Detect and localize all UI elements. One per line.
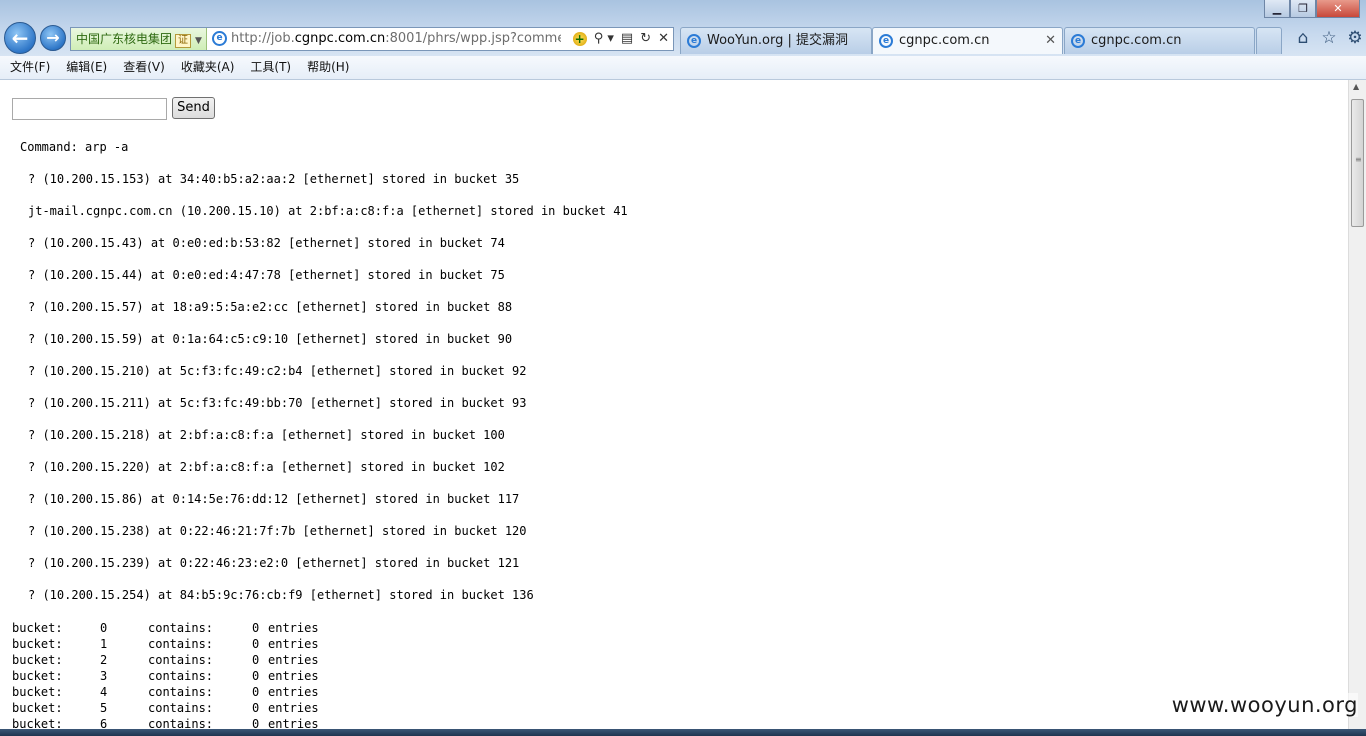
ie-page-icon: e	[212, 31, 227, 46]
bucket-label: bucket:	[12, 669, 63, 683]
url-rest: :8001/phrs/wpp.jsp?comment=ar	[385, 31, 561, 46]
scroll-up-icon[interactable]: ▲	[1353, 82, 1359, 91]
address-bar-icons: + ⚲ ▾ ▤ ↻ ✕	[566, 28, 669, 50]
chevron-down-icon[interactable]: ▼	[195, 36, 202, 46]
browser-titlebar: ▁ ❐ ✕ ← → 中国广东核电集团证 ▼ e http://job.cgnpc.co…	[0, 0, 1366, 56]
menu-file[interactable]: 文件(F)	[0, 56, 58, 78]
entries-label: entries	[268, 685, 319, 699]
command-input[interactable]	[12, 98, 167, 120]
tab-cgnpc-active[interactable]: e cgnpc.com.cn ✕	[872, 27, 1063, 54]
vertical-scrollbar[interactable]: ▲ ≡	[1348, 80, 1366, 730]
favorites-star-icon[interactable]: ☆	[1316, 28, 1342, 48]
bucket-label: bucket:	[12, 653, 63, 667]
close-window-button[interactable]: ✕	[1316, 0, 1360, 18]
tab-cgnpc[interactable]: e cgnpc.com.cn	[1064, 27, 1255, 54]
bucket-number: 5	[100, 701, 108, 715]
bucket-number: 2	[100, 653, 108, 667]
contains-label: contains:	[148, 669, 214, 683]
ie-tab-icon: e	[879, 34, 893, 48]
gear-icon[interactable]: ⚙	[1342, 28, 1366, 48]
arp-line: ? (10.200.15.238) at 0:22:46:21:7f:7b [e…	[28, 524, 527, 538]
home-icon[interactable]: ⌂	[1290, 28, 1316, 48]
ie-tab-icon: e	[687, 34, 701, 48]
browser-right-icons: ⌂ ☆ ⚙	[1290, 28, 1366, 48]
grip-icon: ≡	[1355, 155, 1362, 164]
entry-count: 0	[252, 701, 260, 715]
bucket-label: bucket:	[12, 621, 63, 635]
search-icon[interactable]: ⚲ ▾	[594, 31, 614, 46]
refresh-icon[interactable]: ↻	[640, 31, 651, 46]
entry-count: 0	[252, 637, 260, 651]
arp-line: ? (10.200.15.220) at 2:bf:a:c8:f:a [ethe…	[28, 460, 505, 474]
arp-line: ? (10.200.15.59) at 0:1a:64:c5:c9:10 [et…	[28, 332, 513, 346]
url-text[interactable]: http://job.cgnpc.com.cn:8001/phrs/wpp.js…	[231, 28, 561, 50]
tab-label: WooYun.org | 提交漏洞	[707, 33, 849, 48]
ie-tab-icon: e	[1071, 34, 1085, 48]
arp-line: ? (10.200.15.57) at 18:a9:5:5a:e2:cc [et…	[28, 300, 513, 314]
bucket-label: bucket:	[12, 701, 63, 715]
url-host: cgnpc.com.cn	[294, 31, 386, 46]
certificate-icon: 证	[175, 34, 192, 48]
bucket-label: bucket:	[12, 637, 63, 651]
contains-label: contains:	[148, 653, 214, 667]
maximize-button[interactable]: ❐	[1290, 0, 1316, 18]
watermark: www.wooyun.org	[1171, 693, 1358, 717]
site-identity[interactable]: 中国广东核电集团证 ▼	[71, 28, 207, 50]
tab-wooyun[interactable]: e WooYun.org | 提交漏洞	[680, 27, 872, 54]
menu-view[interactable]: 查看(V)	[115, 56, 173, 78]
window-controls: ▁ ❐ ✕	[1264, 0, 1360, 18]
compat-view-icon[interactable]: ▤	[621, 31, 633, 46]
new-tab-button[interactable]	[1256, 27, 1282, 54]
entries-label: entries	[268, 637, 319, 651]
contains-label: contains:	[148, 701, 214, 715]
arp-line: ? (10.200.15.43) at 0:e0:ed:b:53:82 [eth…	[28, 236, 505, 250]
entries-label: entries	[268, 621, 319, 635]
forward-button[interactable]: →	[40, 25, 66, 51]
arp-line: ? (10.200.15.239) at 0:22:46:23:e2:0 [et…	[28, 556, 520, 570]
tab-label: cgnpc.com.cn	[1091, 33, 1182, 48]
entries-label: entries	[268, 701, 319, 715]
entry-count: 0	[252, 669, 260, 683]
entry-count: 0	[252, 685, 260, 699]
minimize-button[interactable]: ▁	[1264, 0, 1290, 18]
entries-label: entries	[268, 653, 319, 667]
back-button[interactable]: ←	[4, 22, 36, 54]
contains-label: contains:	[148, 637, 214, 651]
windows-taskbar	[0, 729, 1366, 736]
arp-line: ? (10.200.15.153) at 34:40:b5:a2:aa:2 [e…	[28, 172, 520, 186]
command-line: Command: arp -a	[20, 140, 129, 154]
compatibility-icon[interactable]: +	[572, 31, 587, 46]
close-tab-icon[interactable]: ✕	[1045, 28, 1056, 54]
arp-line: ? (10.200.15.44) at 0:e0:ed:4:47:78 [eth…	[28, 268, 505, 282]
bucket-label: bucket:	[12, 685, 63, 699]
bucket-number: 1	[100, 637, 108, 651]
contains-label: contains:	[148, 685, 214, 699]
stop-icon[interactable]: ✕	[658, 31, 669, 46]
bucket-number: 0	[100, 621, 108, 635]
arp-line: ? (10.200.15.86) at 0:14:5e:76:dd:12 [et…	[28, 492, 520, 506]
entries-label: entries	[268, 669, 319, 683]
arp-line: ? (10.200.15.210) at 5c:f3:fc:49:c2:b4 […	[28, 364, 527, 378]
tab-label: cgnpc.com.cn	[899, 33, 990, 48]
send-button[interactable]: Send	[172, 97, 215, 119]
menu-help[interactable]: 帮助(H)	[299, 56, 357, 78]
menu-edit[interactable]: 编辑(E)	[58, 56, 115, 78]
menu-tools[interactable]: 工具(T)	[242, 56, 299, 78]
address-bar[interactable]: 中国广东核电集团证 ▼ e http://job.cgnpc.com.cn:800…	[70, 27, 674, 51]
entry-count: 0	[252, 653, 260, 667]
bucket-number: 3	[100, 669, 108, 683]
arp-line: ? (10.200.15.218) at 2:bf:a:c8:f:a [ethe…	[28, 428, 505, 442]
bucket-number: 4	[100, 685, 108, 699]
entry-count: 0	[252, 621, 260, 635]
arp-line: jt-mail.cgnpc.com.cn (10.200.15.10) at 2…	[28, 204, 628, 218]
arp-line: ? (10.200.15.211) at 5c:f3:fc:49:bb:70 […	[28, 396, 527, 410]
contains-label: contains:	[148, 621, 214, 635]
menu-bar: 文件(F) 编辑(E) 查看(V) 收藏夹(A) 工具(T) 帮助(H)	[0, 56, 1366, 80]
url-prefix: http://job.	[231, 31, 295, 46]
site-identity-label: 中国广东核电集团	[76, 32, 173, 46]
arp-line: ? (10.200.15.254) at 84:b5:9c:76:cb:f9 […	[28, 588, 534, 602]
page-content: Send Command: arp -a ? (10.200.15.153) a…	[0, 80, 1348, 736]
scroll-thumb[interactable]: ≡	[1351, 99, 1364, 227]
menu-favorites[interactable]: 收藏夹(A)	[173, 56, 243, 78]
